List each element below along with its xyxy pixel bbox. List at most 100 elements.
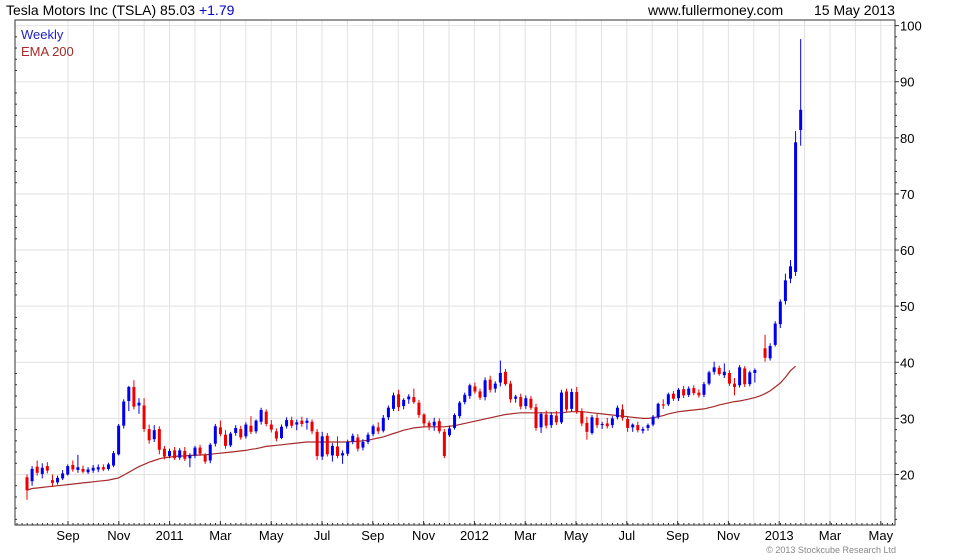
ema-layer xyxy=(26,365,796,491)
x-tick-label: Sep xyxy=(56,528,79,543)
candle-body xyxy=(733,383,737,387)
candle-body xyxy=(432,421,436,426)
candle-body xyxy=(447,428,451,436)
candle-body xyxy=(40,467,44,474)
candle-body xyxy=(442,431,446,456)
candle-body xyxy=(91,467,95,471)
candle-body xyxy=(351,435,355,442)
candle-body xyxy=(132,386,136,407)
candle-body xyxy=(702,384,706,395)
candle-body xyxy=(320,436,324,457)
candle-body xyxy=(112,453,116,466)
candle-body xyxy=(142,405,146,430)
x-tick-label: 2012 xyxy=(460,528,489,543)
candle-body xyxy=(488,379,492,390)
candle-body xyxy=(468,385,472,396)
candle-body xyxy=(748,372,752,385)
candle-body xyxy=(463,394,467,403)
candle-body xyxy=(244,424,248,437)
x-tick-label: Jul xyxy=(314,528,331,543)
y-tick-label: 90 xyxy=(900,75,914,90)
candle-body xyxy=(453,415,457,428)
candle-body xyxy=(753,370,757,373)
candle-body xyxy=(310,421,314,432)
candle-body xyxy=(386,407,390,418)
ema-200-line xyxy=(26,365,796,491)
copyright-credit: © 2013 Stockcube Research Ltd xyxy=(766,545,896,555)
candle-body xyxy=(773,323,777,345)
candle-body xyxy=(162,448,166,457)
candle-body xyxy=(493,383,497,389)
candle-body xyxy=(656,403,660,418)
candle-body xyxy=(677,389,681,399)
x-tick-label: 2013 xyxy=(765,528,794,543)
candle-body xyxy=(71,464,75,470)
candle-body xyxy=(671,393,675,399)
candle-body xyxy=(61,473,65,479)
candles xyxy=(25,39,803,500)
candle-body xyxy=(575,392,579,412)
candle-body xyxy=(356,437,360,449)
candle-body xyxy=(514,396,518,399)
candle-body xyxy=(305,420,309,423)
candle-body xyxy=(341,453,345,456)
x-tick-label: Mar xyxy=(819,528,842,543)
candle-body xyxy=(722,371,726,376)
candle-body xyxy=(539,413,543,428)
candle-body xyxy=(621,409,625,418)
candle-body xyxy=(106,464,110,469)
candle-body xyxy=(509,383,513,400)
candle-body xyxy=(264,411,268,424)
candle-body xyxy=(498,372,502,383)
candle-body xyxy=(595,417,599,426)
x-tick-label: May xyxy=(869,528,894,543)
candle-body xyxy=(422,414,426,424)
candle-body xyxy=(437,421,441,432)
y-tick-label: 50 xyxy=(900,299,914,314)
candle-body xyxy=(234,427,238,433)
candle-body xyxy=(707,372,711,384)
candle-body xyxy=(229,433,233,446)
candle-body xyxy=(794,142,798,272)
candle-body xyxy=(76,467,80,471)
candle-body xyxy=(600,424,604,426)
candle-body xyxy=(96,467,100,470)
candle-body xyxy=(218,427,222,435)
candle-body xyxy=(692,388,696,394)
legend-ema: EMA 200 xyxy=(21,44,74,59)
candle-body xyxy=(269,424,273,430)
candle-body xyxy=(173,450,177,459)
candle-body xyxy=(590,417,594,433)
candle-body xyxy=(682,389,686,396)
candle-body xyxy=(783,280,787,302)
candle-body xyxy=(549,415,553,426)
candle-body xyxy=(738,367,742,386)
x-tick-label: Sep xyxy=(666,528,689,543)
candle-body xyxy=(524,398,528,407)
y-tick-label: 40 xyxy=(900,355,914,370)
candle-body xyxy=(529,398,533,408)
candle-body xyxy=(274,431,278,439)
candle-body xyxy=(778,301,782,325)
legend-weekly: Weekly xyxy=(21,27,64,42)
x-tick-label: Nov xyxy=(412,528,436,543)
candle-body xyxy=(381,417,385,431)
candle-body xyxy=(325,435,329,455)
candle-body xyxy=(412,397,416,403)
candle-body xyxy=(534,407,538,428)
candle-body xyxy=(157,429,161,450)
candle-body xyxy=(417,402,421,416)
candle-body xyxy=(570,392,574,409)
candle-body xyxy=(213,426,217,444)
candle-body xyxy=(483,380,487,398)
x-tick-label: Nov xyxy=(107,528,131,543)
candle-body xyxy=(35,466,39,473)
candle-body xyxy=(208,444,212,461)
candle-body xyxy=(717,367,721,375)
candle-body xyxy=(335,446,339,456)
x-tick-label: Jul xyxy=(618,528,635,543)
candle-body xyxy=(117,425,121,455)
candle-body xyxy=(478,391,482,398)
candle-body xyxy=(651,416,655,425)
candle-body xyxy=(198,447,202,454)
